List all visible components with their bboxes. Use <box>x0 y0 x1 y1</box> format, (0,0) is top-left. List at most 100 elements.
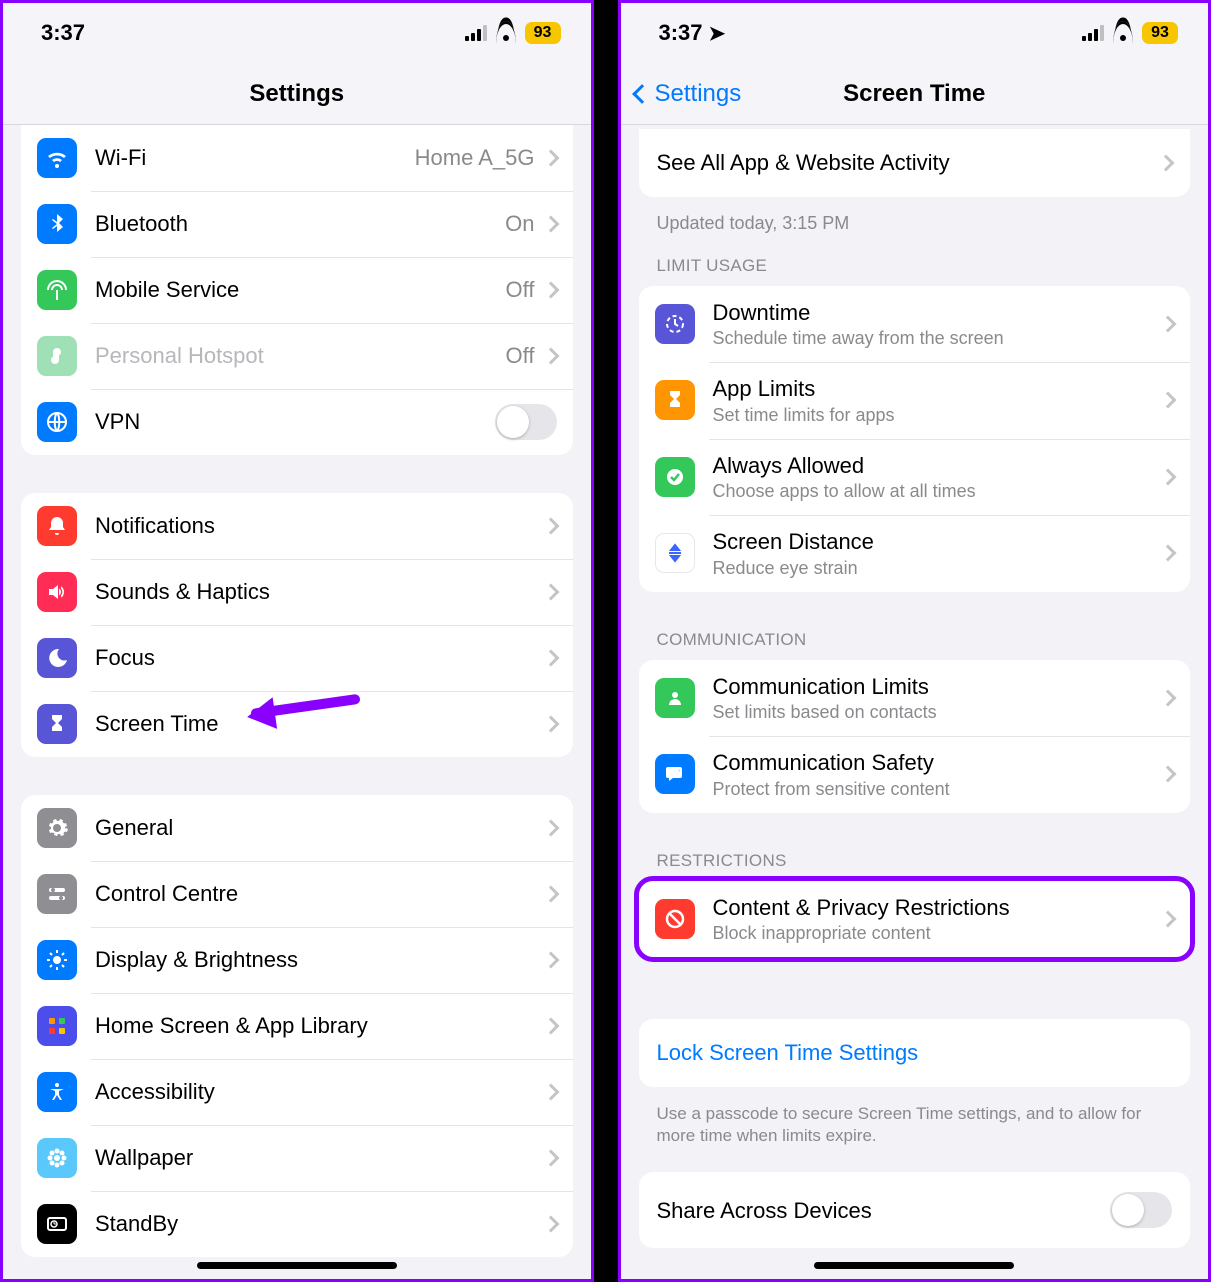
checkmark-seal-icon <box>655 457 695 497</box>
bluetooth-row[interactable]: Bluetooth On <box>21 191 573 257</box>
chevron-right-icon <box>542 650 559 667</box>
see-activity-row[interactable]: See All App & Website Activity <box>639 129 1191 197</box>
bell-icon <box>37 506 77 546</box>
clock-text: 3:37 <box>659 20 703 46</box>
chevron-right-icon <box>1160 392 1177 409</box>
hotspot-icon <box>37 336 77 376</box>
restrictions-group: Content & Privacy Restrictions Block ina… <box>639 881 1191 958</box>
chevron-right-icon <box>542 348 559 365</box>
svg-text:!: ! <box>678 768 679 773</box>
homescreen-label: Home Screen & App Library <box>95 1012 545 1040</box>
vpn-label: VPN <box>95 408 495 436</box>
screen-time-phone: 3:37 ➤ 93 Settings Screen Time See All A… <box>618 0 1211 1282</box>
back-label: Settings <box>655 80 742 108</box>
settings-scroll[interactable]: Wi-Fi Home A_5G Bluetooth On Mobile Serv… <box>3 125 591 1279</box>
focus-label: Focus <box>95 644 545 672</box>
chevron-right-icon <box>1160 315 1177 332</box>
chevron-right-icon <box>542 820 559 837</box>
comm-safety-row[interactable]: ! Communication Safety Protect from sens… <box>639 736 1191 813</box>
chevron-right-icon <box>1160 689 1177 706</box>
sounds-row[interactable]: Sounds & Haptics <box>21 559 573 625</box>
hotspot-row[interactable]: Personal Hotspot Off <box>21 323 573 389</box>
content-restrictions-row[interactable]: Content & Privacy Restrictions Block ina… <box>639 881 1191 958</box>
comm-limits-sub: Set limits based on contacts <box>713 702 1163 723</box>
control-label: Control Centre <box>95 880 545 908</box>
accessibility-icon <box>37 1072 77 1112</box>
display-label: Display & Brightness <box>95 946 545 974</box>
chevron-right-icon <box>1160 766 1177 783</box>
back-button[interactable]: Settings <box>635 80 742 108</box>
comm-limits-row[interactable]: Communication Limits Set limits based on… <box>639 660 1191 737</box>
share-devices-row[interactable]: Share Across Devices <box>639 1172 1191 1248</box>
chevron-right-icon <box>542 952 559 969</box>
comm-safety-label: Communication Safety <box>713 749 1163 777</box>
wallpaper-row[interactable]: Wallpaper <box>21 1125 573 1191</box>
person-icon <box>655 678 695 718</box>
comm-safety-sub: Protect from sensitive content <box>713 779 1163 800</box>
flower-icon <box>37 1138 77 1178</box>
mobile-service-row[interactable]: Mobile Service Off <box>21 257 573 323</box>
notifications-row[interactable]: Notifications <box>21 493 573 559</box>
alerts-group: Notifications Sounds & Haptics Focus <box>21 493 573 757</box>
wifi-icon <box>495 25 517 41</box>
status-bar: 3:37 93 <box>3 3 591 63</box>
control-centre-row[interactable]: Control Centre <box>21 861 573 927</box>
app-limits-sub: Set time limits for apps <box>713 405 1163 426</box>
focus-row[interactable]: Focus <box>21 625 573 691</box>
sun-icon <box>37 940 77 980</box>
notifications-label: Notifications <box>95 512 545 540</box>
lock-settings-row[interactable]: Lock Screen Time Settings <box>639 1019 1191 1087</box>
always-allowed-row[interactable]: Always Allowed Choose apps to allow at a… <box>639 439 1191 516</box>
downtime-icon <box>655 304 695 344</box>
updated-note: Updated today, 3:15 PM <box>621 201 1209 256</box>
vpn-row[interactable]: VPN <box>21 389 573 455</box>
display-row[interactable]: Display & Brightness <box>21 927 573 993</box>
vpn-toggle[interactable] <box>495 404 557 440</box>
wifi-row[interactable]: Wi-Fi Home A_5G <box>21 125 573 191</box>
standby-label: StandBy <box>95 1210 545 1238</box>
bluetooth-value: On <box>505 211 534 237</box>
home-indicator <box>814 1262 1014 1269</box>
comm-limits-label: Communication Limits <box>713 673 1163 701</box>
standby-row[interactable]: StandBy <box>21 1191 573 1257</box>
screen-time-label: Screen Time <box>95 710 545 738</box>
chevron-right-icon <box>542 1018 559 1035</box>
screen-time-scroll[interactable]: See All App & Website Activity Updated t… <box>621 125 1209 1279</box>
settings-phone: 3:37 93 Settings Wi-Fi Home A_5G <box>0 0 594 1282</box>
general-label: General <box>95 814 545 842</box>
battery-indicator: 93 <box>1142 22 1178 44</box>
screen-time-row[interactable]: Screen Time <box>21 691 573 757</box>
status-time: 3:37 ➤ <box>659 20 726 46</box>
share-label: Share Across Devices <box>657 1197 1111 1225</box>
app-limits-row[interactable]: App Limits Set time limits for apps <box>639 362 1191 439</box>
gear-icon <box>37 808 77 848</box>
chevron-right-icon <box>542 886 559 903</box>
no-entry-icon <box>655 899 695 939</box>
chevron-right-icon <box>542 1216 559 1233</box>
screen-distance-row[interactable]: Screen Distance Reduce eye strain <box>639 515 1191 592</box>
mobile-value: Off <box>506 277 535 303</box>
antenna-icon <box>37 270 77 310</box>
network-group: Wi-Fi Home A_5G Bluetooth On Mobile Serv… <box>21 125 573 455</box>
lock-label: Lock Screen Time Settings <box>657 1039 1173 1067</box>
globe-icon <box>37 402 77 442</box>
activity-group: See All App & Website Activity <box>639 129 1191 197</box>
general-row[interactable]: General <box>21 795 573 861</box>
homescreen-row[interactable]: Home Screen & App Library <box>21 993 573 1059</box>
chevron-right-icon <box>542 584 559 601</box>
location-icon: ➤ <box>709 21 726 46</box>
cellular-signal-icon <box>1082 25 1104 41</box>
cellular-signal-icon <box>465 25 487 41</box>
accessibility-row[interactable]: Accessibility <box>21 1059 573 1125</box>
bluetooth-icon <box>37 204 77 244</box>
share-toggle[interactable] <box>1110 1192 1172 1228</box>
general-group: General Control Centre Display & Brightn… <box>21 795 573 1257</box>
downtime-row[interactable]: Downtime Schedule time away from the scr… <box>639 286 1191 363</box>
status-indicators: 93 <box>1082 22 1178 44</box>
wifi-value: Home A_5G <box>415 145 535 171</box>
hotspot-value: Off <box>506 343 535 369</box>
distance-icon <box>655 533 695 573</box>
distance-sub: Reduce eye strain <box>713 558 1163 579</box>
speaker-icon <box>37 572 77 612</box>
chevron-left-icon <box>632 84 652 104</box>
